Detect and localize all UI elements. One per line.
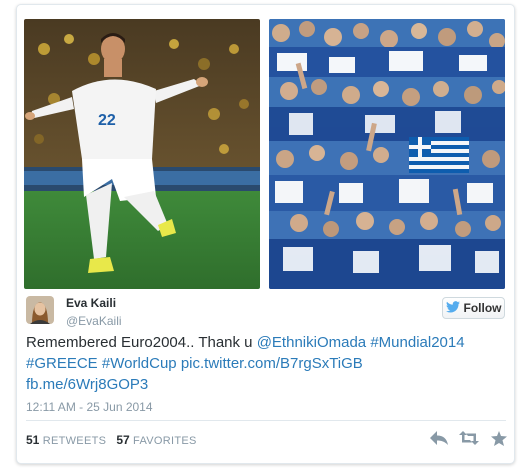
player-photo[interactable]: 22 <box>24 19 260 289</box>
star-icon[interactable] <box>489 429 509 447</box>
avatar-graphic <box>26 296 54 324</box>
tweet-text-plain: Remembered Euro2004.. Thank u <box>26 334 257 351</box>
svg-text:22: 22 <box>98 112 116 129</box>
hashtag-link[interactable]: #Mundial2014 <box>370 334 464 351</box>
reply-icon[interactable] <box>429 429 449 447</box>
tweet-timestamp[interactable]: 12:11 AM - 25 Jun 2014 <box>26 400 153 414</box>
twitter-bird-icon <box>445 300 460 316</box>
retweets-count[interactable]: 51 <box>26 433 39 447</box>
fans-photo[interactable] <box>269 19 505 289</box>
external-link[interactable]: fb.me/6Wrj8GOP3 <box>26 376 148 393</box>
retweet-icon[interactable] <box>459 429 479 447</box>
favorites-label[interactable]: FAVORITES <box>133 435 197 447</box>
tweet-actions <box>429 429 509 447</box>
divider <box>26 420 506 421</box>
author-avatar[interactable] <box>26 296 54 324</box>
tweet-card: 22 Eva Kaili @EvaKaili Follow Remembered… <box>16 4 515 464</box>
mention-link[interactable]: @EthnikiOmada <box>257 334 366 351</box>
follow-button[interactable]: Follow <box>442 297 505 319</box>
author-name[interactable]: Eva Kaili <box>66 296 116 310</box>
hashtag-link[interactable]: #GREECE <box>26 355 98 372</box>
follow-label: Follow <box>463 301 502 315</box>
fans-photo-graphic <box>269 19 505 289</box>
hashtag-link[interactable]: #WorldCup <box>102 355 177 372</box>
pic-link[interactable]: pic.twitter.com/B7rgSxTiGB <box>181 355 363 372</box>
tweet-stats: 51 RETWEETS 57 FAVORITES <box>26 433 197 447</box>
author-handle[interactable]: @EvaKaili <box>66 314 122 328</box>
tweet-text: Remembered Euro2004.. Thank u @EthnikiOm… <box>26 332 506 395</box>
favorites-count[interactable]: 57 <box>116 433 129 447</box>
player-photo-graphic: 22 <box>24 19 260 289</box>
retweets-label[interactable]: RETWEETS <box>43 435 107 447</box>
